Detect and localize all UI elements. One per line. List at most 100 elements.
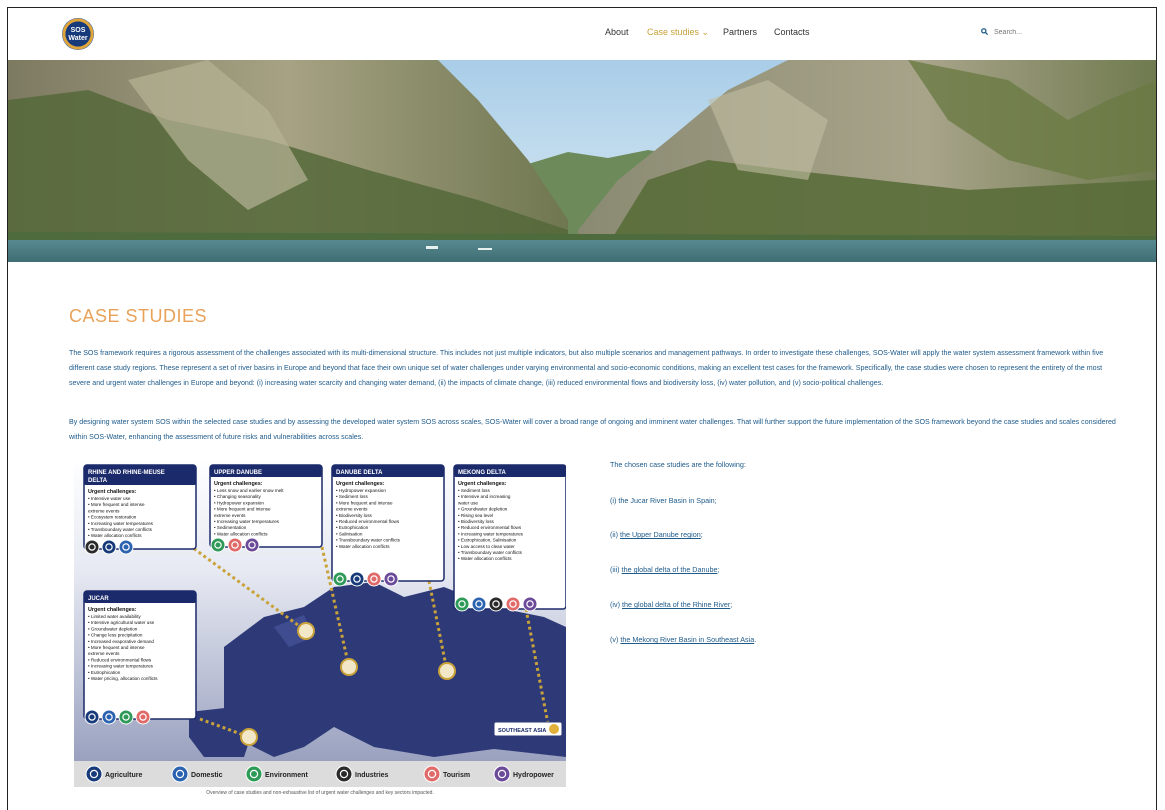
- case-box-4: JUCAR Urgent challenges:• Limited water a…: [83, 590, 197, 725]
- svg-text:DELTA: DELTA: [88, 478, 108, 484]
- nav-partners[interactable]: Partners: [723, 27, 757, 37]
- svg-text:• Reduced environmental flows: • Reduced environmental flows: [458, 525, 522, 530]
- svg-text:• Eutrophication, Salinisation: • Eutrophication, Salinisation: [458, 538, 517, 543]
- svg-text:• Low access to clean water: • Low access to clean water: [458, 544, 515, 549]
- industries-legend-icon: [335, 765, 353, 783]
- tourism-icon: [366, 571, 382, 587]
- case-box-title: DANUBE DELTA: [336, 470, 383, 476]
- case-box-title: UPPER DANUBE: [214, 470, 262, 476]
- svg-text:• Intensive and increasing: • Intensive and increasing: [458, 494, 511, 499]
- svg-text:• Rising sea level: • Rising sea level: [458, 513, 493, 518]
- svg-text:• Salinisation: • Salinisation: [336, 531, 363, 536]
- nav-contacts[interactable]: Contacts: [774, 27, 810, 37]
- svg-text:• Transboundary water conflict: • Transboundary water conflicts: [336, 538, 401, 543]
- environment-icon: [118, 709, 134, 725]
- case-item-rhine: (iv) the global delta of the Rhine River…: [610, 600, 733, 609]
- case-box-2: DANUBE DELTA Urgent challenges:• Hydropow…: [331, 464, 445, 587]
- svg-text:• Water allocation conflicts: • Water allocation conflicts: [458, 556, 512, 561]
- hydropower-icon: [383, 571, 399, 587]
- legend-label: Agriculture: [105, 772, 142, 779]
- tourism-legend-icon: [423, 765, 441, 783]
- svg-text:• Increasing water temperature: • Increasing water temperatures: [88, 521, 154, 526]
- svg-text:Urgent challenges:: Urgent challenges:: [88, 489, 137, 495]
- svg-text:extreme events: extreme events: [336, 507, 368, 512]
- svg-text:• Water allocation conflicts: • Water allocation conflicts: [88, 533, 142, 538]
- svg-text:• Groundwater depletion: • Groundwater depletion: [88, 626, 138, 631]
- svg-text:• Increasing water temperature: • Increasing water temperatures: [214, 519, 280, 524]
- search-input[interactable]: [994, 25, 1114, 39]
- tourism-icon: [135, 709, 151, 725]
- svg-text:• Transboundary water conflict: • Transboundary water conflicts: [88, 527, 153, 532]
- page-frame: SOS Water About Case studies ⌄ Partners …: [7, 7, 1157, 810]
- svg-text:• Transboundary water conflict: • Transboundary water conflicts: [458, 550, 523, 555]
- svg-text:• Increasing water temperature: • Increasing water temperatures: [458, 531, 524, 536]
- svg-text:• Increasing water temperature: • Increasing water temperatures: [88, 664, 154, 669]
- agriculture-icon: [349, 571, 365, 587]
- infographic-caption: Overview of case studies and non-exhaust…: [206, 790, 434, 796]
- second-paragraph: By designing water system SOS within the…: [69, 418, 1116, 441]
- danube-delta-link[interactable]: the global delta of the Danube: [622, 565, 718, 574]
- svg-text:• Reduced environmental flows: • Reduced environmental flows: [336, 519, 400, 524]
- svg-text:Urgent challenges:: Urgent challenges:: [336, 481, 385, 487]
- svg-text:extreme events: extreme events: [88, 651, 120, 656]
- svg-text:water use: water use: [458, 500, 478, 505]
- svg-text:• Ecosystem restoration: • Ecosystem restoration: [88, 515, 137, 520]
- environment-legend-icon: [245, 765, 263, 783]
- svg-text:• Sedimentation: • Sedimentation: [214, 525, 247, 530]
- svg-text:• Eutrophication: • Eutrophication: [336, 525, 369, 530]
- case-item-mekong: (v) the Mekong River Basin in Southeast …: [610, 635, 757, 644]
- industries-icon: [84, 539, 100, 555]
- svg-text:• Groundwater depletion: • Groundwater depletion: [458, 507, 508, 512]
- environment-icon: [332, 571, 348, 587]
- svg-text:extreme events: extreme events: [88, 508, 120, 513]
- svg-text:• Water allocation conflicts: • Water allocation conflicts: [336, 544, 390, 549]
- svg-text:• Biodiversity loss: • Biodiversity loss: [458, 519, 495, 524]
- rhine-delta-link[interactable]: the global delta of the Rhine River: [622, 600, 730, 609]
- svg-text:• Sediment loss: • Sediment loss: [336, 494, 368, 499]
- search-icon[interactable]: [981, 27, 989, 37]
- legend-label: Hydropower: [513, 772, 554, 779]
- legend-label: Domestic: [191, 772, 223, 779]
- industries-icon: [488, 596, 504, 612]
- nav-case-studies[interactable]: Case studies ⌄: [647, 27, 709, 38]
- legend-label: Industries: [355, 772, 389, 779]
- svg-text:• Reduced environmental flows: • Reduced environmental flows: [88, 657, 152, 662]
- hero-image: [8, 60, 1156, 262]
- agriculture-icon: [101, 539, 117, 555]
- svg-text:Urgent challenges:: Urgent challenges:: [88, 607, 137, 613]
- domestic-icon: [101, 709, 117, 725]
- svg-text:• Water allocation conflicts: • Water allocation conflicts: [214, 531, 268, 536]
- environment-icon: [210, 537, 226, 553]
- svg-text:Urgent challenges:: Urgent challenges:: [458, 481, 507, 487]
- svg-text:• Biodiversity loss: • Biodiversity loss: [336, 513, 373, 518]
- page-title: CASE STUDIES: [69, 306, 208, 326]
- svg-text:• Eutrophication: • Eutrophication: [88, 670, 121, 675]
- case-box-1: UPPER DANUBE Urgent challenges:• Less sno…: [209, 464, 323, 553]
- upper-danube-link[interactable]: the Upper Danube region: [620, 530, 701, 539]
- case-item-upper-danube: (ii) the Upper Danube region;: [610, 530, 703, 539]
- svg-text:• More frequent and intense: • More frequent and intense: [88, 502, 145, 507]
- domestic-icon: [118, 539, 134, 555]
- case-box-3: MEKONG DELTA Urgent challenges:• Sediment…: [453, 464, 566, 612]
- case-item-jucar: (i) the Jucar River Basin in Spain;: [610, 496, 717, 505]
- svg-text:• Less snow and earlier snow m: • Less snow and earlier snow melt: [214, 488, 284, 493]
- sos-water-logo[interactable]: SOS Water: [62, 18, 94, 50]
- southeast-asia-label: SOUTHEAST ASIA: [498, 728, 546, 734]
- legend-label: Environment: [265, 772, 308, 779]
- nav-about[interactable]: About: [605, 27, 629, 37]
- svg-text:• More frequent and intense: • More frequent and intense: [336, 500, 393, 505]
- svg-text:• Intensive agricultural water: • Intensive agricultural water use: [88, 620, 155, 625]
- case-box-title: RHINE AND RHINE-MEUSE: [88, 470, 165, 476]
- mekong-basin-link[interactable]: the Mekong River Basin in Southeast Asia: [620, 635, 754, 644]
- svg-text:• Change less precipitation: • Change less precipitation: [88, 633, 143, 638]
- svg-text:extreme events: extreme events: [214, 513, 246, 518]
- svg-text:• More frequent and intense: • More frequent and intense: [214, 507, 271, 512]
- intro-paragraph: The SOS framework requires a rigorous as…: [69, 349, 1104, 387]
- agriculture-icon: [84, 709, 100, 725]
- svg-text:• Water pricing, allocation co: • Water pricing, allocation conflicts: [88, 676, 158, 681]
- svg-text:• Hydropower expansion: • Hydropower expansion: [214, 500, 264, 505]
- case-box-title: JUCAR: [88, 596, 109, 602]
- svg-text:• Sediment loss: • Sediment loss: [458, 488, 490, 493]
- tourism-icon: [227, 537, 243, 553]
- svg-text:• Increased evaporative demand: • Increased evaporative demand: [88, 639, 154, 644]
